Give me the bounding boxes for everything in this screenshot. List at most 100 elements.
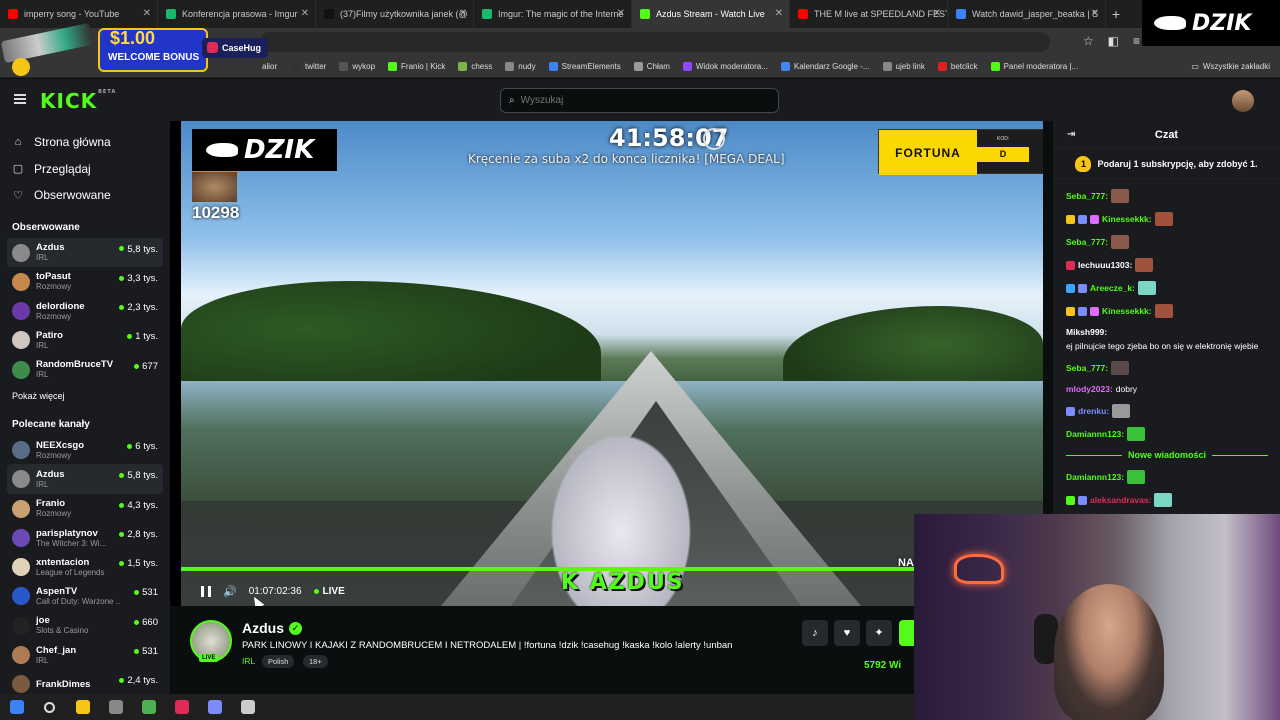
sidebar-channel[interactable]: parisplatynov The Witcher 3: Wi... 2,8 tys…	[0, 523, 170, 552]
sidebar-channel[interactable]: RandomBruceTV IRL 677	[0, 355, 170, 384]
channel-viewers: 531	[134, 587, 158, 598]
channel-category: Rozmowy	[36, 282, 72, 292]
nav-item[interactable]: ⌂ Strona główna	[0, 129, 170, 156]
chat-username[interactable]: aleksandravas:	[1090, 495, 1151, 506]
chat-username[interactable]: Kinessekkk:	[1102, 306, 1152, 317]
sidebar-channel[interactable]: xntentacion League of Legends 1,5 tys.	[0, 552, 170, 581]
heart-icon[interactable]: ♥	[834, 620, 860, 646]
taskbar-app-3-icon[interactable]	[198, 694, 231, 720]
streamer-name[interactable]: Azdus	[242, 620, 284, 636]
extension-icon[interactable]: ◧	[1108, 34, 1119, 48]
taskbar-search-icon[interactable]	[33, 694, 66, 720]
taskbar-app-1-icon[interactable]	[99, 694, 132, 720]
show-more-link[interactable]: Pokaż więcej	[0, 386, 170, 406]
collapse-chat-icon[interactable]: ⇥	[1067, 129, 1075, 140]
browser-tab[interactable]: Imgur: The magic of the Interne ✕	[474, 0, 632, 28]
taskbar-settings-icon[interactable]	[231, 694, 264, 720]
chat-username[interactable]: Seba_777:	[1066, 363, 1108, 374]
search-input[interactable]	[520, 95, 721, 106]
sidebar-channel[interactable]: joe Slots & Casino 660	[0, 611, 170, 640]
bookmark-label: ujeb link	[895, 62, 925, 71]
stream-title: PARK LINOWY I KAJAKI Z RANDOMBRUCEM I NE…	[242, 640, 733, 651]
chat-emote-icon	[1111, 189, 1130, 203]
channel-viewers: 1,5 tys.	[119, 558, 158, 569]
chat-emote-icon	[1154, 493, 1173, 507]
taskbar-windows-start-icon[interactable]	[0, 694, 33, 720]
taskbar-file-explorer-icon[interactable]	[66, 694, 99, 720]
bookmark-item[interactable]: nudy	[505, 62, 536, 71]
nav-icon: ▢	[12, 163, 24, 176]
user-avatar[interactable]	[1232, 90, 1254, 112]
channel-category: League of Legends	[36, 567, 105, 577]
close-icon[interactable]: ✕	[1091, 8, 1099, 19]
chat-username[interactable]: drenku:	[1078, 406, 1109, 417]
chat-username[interactable]: Damiannn123:	[1066, 429, 1124, 440]
sidebar-channel[interactable]: delordione Rozmowy 2,3 tys.	[0, 296, 170, 325]
bookmark-item[interactable]: Kalendarz Google -...	[780, 62, 870, 71]
chat-messages: Seba_777: Kinessekkk: Seba_777: lechuuu1303…	[1053, 179, 1280, 507]
all-bookmarks-button[interactable]: ▭ Wszystkie zakładki	[1191, 62, 1270, 71]
chat-username[interactable]: mlody2023:	[1066, 384, 1113, 395]
chat-message: Miksh999: ej pilnujcie tego zjeba bo on s…	[1066, 327, 1268, 352]
bookmark-item[interactable]: chess	[458, 62, 492, 71]
browser-tab[interactable]: THE M live at SPEEDLAND FEST ✕	[790, 0, 948, 28]
chat-username[interactable]: Areecze_k:	[1090, 283, 1135, 294]
nav-label: Przeglądaj	[34, 161, 91, 176]
nav-item[interactable]: ▢ Przeglądaj	[0, 156, 170, 183]
browser-toolbar-icons: ☆ ◧ ≡	[1083, 34, 1140, 48]
video-player[interactable]: DZIK 10298 41:58:07 Kręcenie za suba x2 …	[170, 121, 1043, 610]
chat-username[interactable]: lechuuu1303:	[1078, 260, 1132, 271]
bookmark-icon	[937, 62, 947, 71]
bookmark-item[interactable]: wykop	[339, 62, 375, 71]
browser-tab[interactable]: Azdus Stream - Watch Live ✕	[632, 0, 790, 28]
nav-item[interactable]: ♡ Obserwowane	[0, 182, 170, 209]
chat-username[interactable]: Kinessekkk:	[1102, 214, 1152, 225]
browser-tab[interactable]: Watch dawid_jasper_beatka | S ✕	[948, 0, 1106, 28]
bookmark-item[interactable]: StreamElements	[548, 62, 621, 71]
chat-username[interactable]: Seba_777:	[1066, 191, 1108, 202]
close-icon[interactable]: ✕	[617, 8, 625, 19]
bookmark-item[interactable]: Chłam	[633, 62, 670, 71]
url-field[interactable]	[260, 32, 1050, 52]
close-icon[interactable]: ✕	[459, 8, 467, 19]
pause-icon[interactable]	[201, 585, 211, 597]
tag-language[interactable]: Polish	[262, 655, 295, 668]
close-icon[interactable]: ✕	[933, 8, 941, 19]
sidebar-channel[interactable]: Patiro IRL 1 tys.	[0, 325, 170, 354]
menu-icon[interactable]: ≡	[1133, 34, 1140, 48]
sidebar-channel[interactable]: AspenTV Call of Duty: Warzone ... 531	[0, 581, 170, 610]
bookmark-label: Franio | Kick	[401, 62, 446, 71]
gift-icon[interactable]: ✦	[866, 620, 892, 646]
volume-icon[interactable]: 🔊	[223, 585, 237, 598]
taskbar-app-2-icon[interactable]	[165, 694, 198, 720]
sidebar-channel[interactable]: Franio Rozmowy 4,3 tys.	[0, 494, 170, 523]
verified-icon: ✓	[289, 622, 302, 635]
sidebar-channel[interactable]: FrankDimes 2,4 tys.	[0, 669, 170, 694]
sidebar-channel[interactable]: Azdus IRL 5,8 tys.	[7, 237, 163, 267]
taskbar-chrome-icon[interactable]	[132, 694, 165, 720]
kick-logo[interactable]: KICKBETA	[40, 89, 116, 113]
new-tab-button[interactable]: +	[1106, 6, 1126, 22]
close-icon[interactable]: ✕	[301, 8, 309, 19]
bookmark-item[interactable]: betclick	[937, 62, 978, 71]
sidebar-channel[interactable]: toPasut Rozmowy 3,3 tys.	[0, 267, 170, 296]
bell-icon[interactable]: ♪	[802, 620, 828, 646]
browser-tab[interactable]: (37)Filmy użytkownika janek (@ ✕	[316, 0, 474, 28]
chat-username[interactable]: Damiannn123:	[1066, 472, 1124, 483]
bookmark-item[interactable]: ujeb link	[882, 62, 925, 71]
hamburger-menu-icon[interactable]	[14, 94, 26, 104]
sidebar-channel[interactable]: Azdus IRL 5,8 tys.	[7, 464, 163, 494]
bookmark-item[interactable]: twitter	[292, 62, 326, 71]
stream-category[interactable]: IRL	[242, 656, 255, 666]
sidebar-channel[interactable]: NEEXcsgo Rozmowy 6 tys.	[0, 435, 170, 464]
bookmark-item[interactable]: Panel moderatora |...	[990, 62, 1078, 71]
new-messages-divider[interactable]: Nowe wiadomości	[1066, 450, 1268, 460]
sidebar-channel[interactable]: Chef_jan IRL 531	[0, 640, 170, 669]
bookmark-item[interactable]: Franio | Kick	[388, 62, 445, 71]
chat-username[interactable]: Seba_777:	[1066, 237, 1108, 248]
close-icon[interactable]: ✕	[775, 8, 783, 19]
tag-age[interactable]: 18+	[303, 655, 328, 668]
bookmark-item[interactable]: Widok moderatora...	[682, 62, 768, 71]
star-icon[interactable]: ☆	[1083, 34, 1094, 48]
chat-username[interactable]: Miksh999:	[1066, 327, 1107, 338]
